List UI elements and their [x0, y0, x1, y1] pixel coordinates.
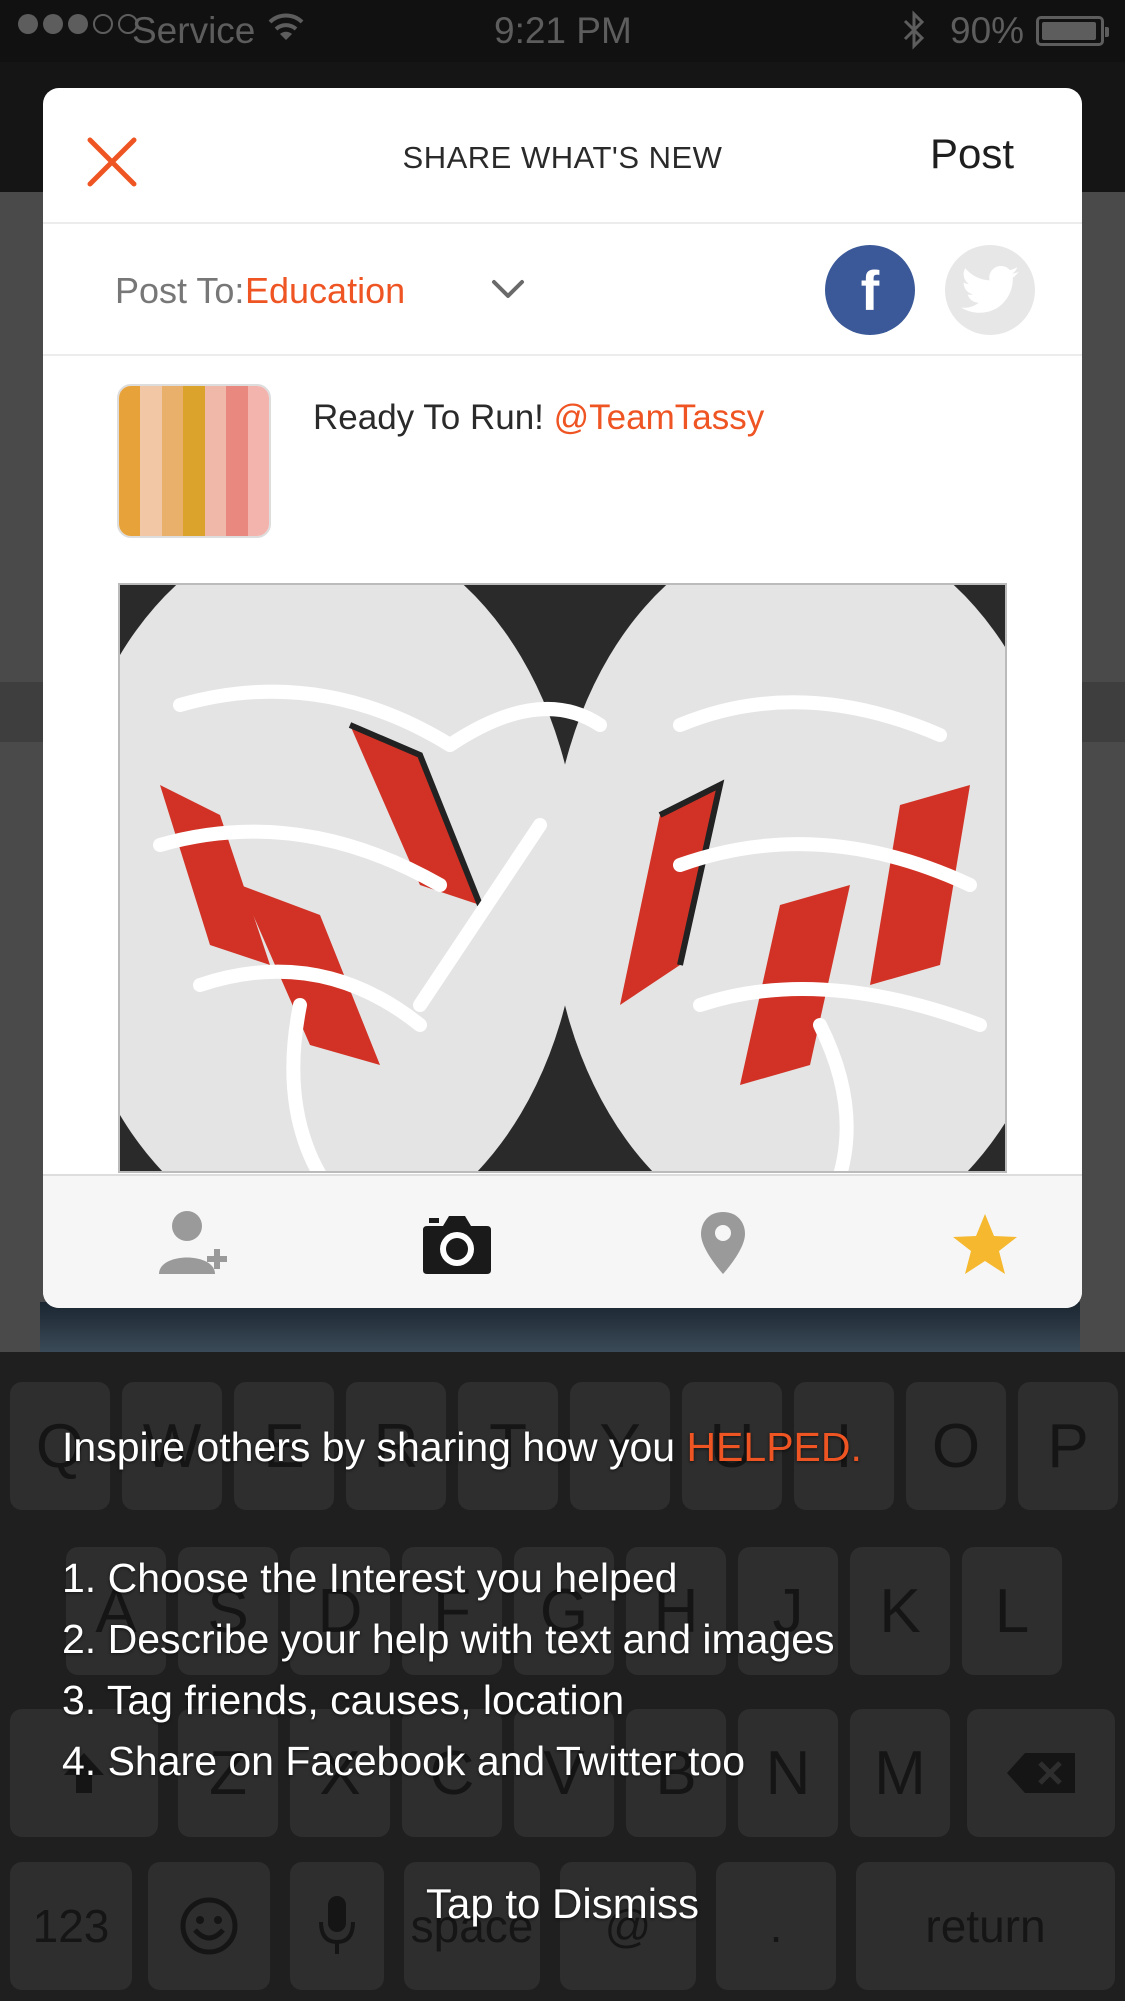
post-button[interactable]: Post — [930, 130, 1014, 178]
camera-icon[interactable] — [419, 1208, 495, 1278]
battery-icon — [1036, 16, 1109, 46]
location-pin-icon[interactable] — [685, 1208, 761, 1278]
tip-title-text: Inspire others by sharing how you — [62, 1424, 687, 1470]
twitter-icon — [961, 266, 1019, 313]
interest-thumbnail — [117, 384, 271, 538]
tip-title: Inspire others by sharing how you HELPED… — [62, 1424, 862, 1471]
post-to-selected-interest[interactable]: Education — [245, 270, 405, 312]
star-icon[interactable] — [947, 1208, 1023, 1278]
twitter-share-toggle[interactable] — [945, 245, 1035, 335]
status-time: 9:21 PM — [494, 10, 632, 51]
status-bar: Service 9:21 PM 90% — [0, 0, 1125, 62]
post-toolbar — [43, 1174, 1082, 1308]
background-image-strip — [40, 1302, 1080, 1352]
tip-step: 1. Choose the Interest you helped — [62, 1555, 678, 1601]
wifi-icon — [268, 10, 304, 53]
carrier-name: Service — [132, 10, 256, 51]
signal-dots-icon — [18, 14, 138, 34]
attached-photo — [118, 583, 1007, 1173]
tip-steps: 1. Choose the Interest you helped 2. Des… — [62, 1548, 835, 1792]
post-text-field[interactable]: Ready To Run! @TeamTassy — [313, 398, 764, 438]
modal-title: SHARE WHAT'S NEW — [402, 140, 723, 175]
chevron-down-icon[interactable] — [490, 274, 526, 304]
modal-header: SHARE WHAT'S NEW Post — [43, 88, 1082, 224]
tip-title-highlight: HELPED. — [686, 1424, 862, 1470]
tap-to-dismiss[interactable]: Tap to Dismiss — [0, 1880, 1125, 1928]
post-to-row: Post To: Education f — [43, 224, 1082, 356]
share-modal: SHARE WHAT'S NEW Post Post To: Education… — [43, 88, 1082, 1308]
tip-step: 3. Tag friends, causes, location — [62, 1677, 625, 1723]
post-text: Ready To Run! — [313, 398, 554, 437]
battery-percent: 90% — [950, 10, 1025, 51]
tip-step: 4. Share on Facebook and Twitter too — [62, 1738, 746, 1784]
facebook-share-toggle[interactable]: f — [825, 245, 915, 335]
add-person-icon[interactable] — [155, 1208, 231, 1278]
bluetooth-icon — [902, 10, 926, 59]
mention-tag: @TeamTassy — [553, 398, 765, 437]
tip-step: 2. Describe your help with text and imag… — [62, 1616, 835, 1662]
post-to-label: Post To: — [115, 270, 245, 311]
